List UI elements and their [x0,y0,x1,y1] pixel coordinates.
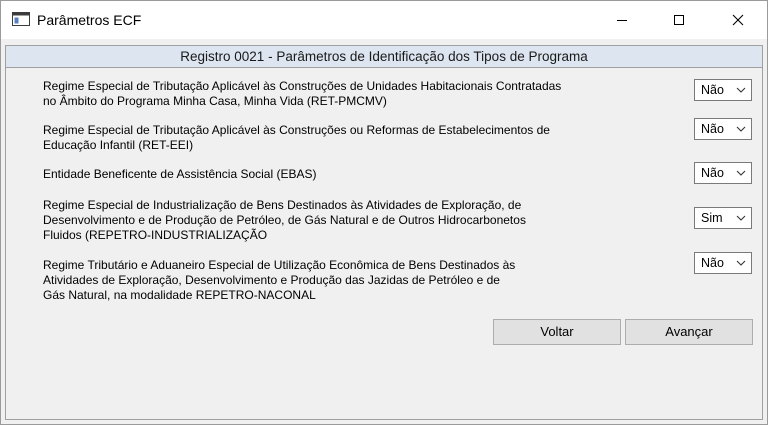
chevron-down-icon [736,170,746,176]
maximize-icon [674,15,684,25]
select-value: Não [701,166,724,180]
question-line: Regime Especial de Industrialização de B… [43,198,522,212]
ret-pmcmv-select[interactable]: Não [694,79,752,101]
question-line: Entidade Beneficente de Assistência Soci… [43,167,317,181]
maximize-button[interactable] [656,1,702,39]
minimize-button[interactable] [599,1,645,39]
question-repetro-industrializacao: Regime Especial de Industrialização de B… [43,198,643,243]
repetro-nacional-select[interactable]: Não [694,252,752,274]
question-line: Regime Especial de Tributação Aplicável … [43,79,562,93]
close-icon [732,14,744,26]
select-value: Sim [701,211,723,225]
question-ebas: Entidade Beneficente de Assistência Soci… [43,167,643,182]
ebas-select[interactable]: Não [694,162,752,184]
question-line: Desenvolvimento e de Produção de Petróle… [43,213,526,227]
question-line: no Âmbito do Programa Minha Casa, Minha … [43,94,387,108]
minimize-icon [617,20,627,21]
dialog-window: Parâmetros ECF Registro 0021 - Parâmetro… [0,0,768,425]
chevron-down-icon [736,87,746,93]
select-value: Não [701,256,724,270]
question-repetro-nacional: Regime Tributário e Aduaneiro Especial d… [43,258,643,303]
select-value: Não [701,83,724,97]
back-button[interactable]: Voltar [493,319,621,345]
chevron-down-icon [736,215,746,221]
window-app-icon [12,12,30,26]
chevron-down-icon [736,260,746,266]
question-line: Gás Natural, na modalidade REPETRO-NACON… [43,288,316,302]
ret-eei-select[interactable]: Não [694,118,752,140]
question-ret-eei: Regime Especial de Tributação Aplicável … [43,123,643,153]
question-line: Educação Infantil (RET-EEI) [43,138,194,152]
chevron-down-icon [736,126,746,132]
question-line: Fluidos (REPETRO-INDUSTRIALIZAÇÃO [43,228,268,242]
window-title: Parâmetros ECF [37,12,142,28]
title-bar[interactable]: Parâmetros ECF [1,1,767,39]
select-value: Não [701,122,724,136]
repetro-industrializacao-select[interactable]: Sim [694,207,752,229]
question-line: Regime Tributário e Aduaneiro Especial d… [43,258,516,272]
next-button[interactable]: Avançar [625,319,753,345]
panel-header: Registro 0021 - Parâmetros de Identifica… [6,46,762,68]
question-line: Regime Especial de Tributação Aplicável … [43,123,550,137]
parameters-panel: Registro 0021 - Parâmetros de Identifica… [5,45,763,420]
question-line: Atividades de Exploração, Desenvolviment… [43,273,500,287]
question-ret-pmcmv: Regime Especial de Tributação Aplicável … [43,79,643,109]
close-button[interactable] [715,1,761,39]
